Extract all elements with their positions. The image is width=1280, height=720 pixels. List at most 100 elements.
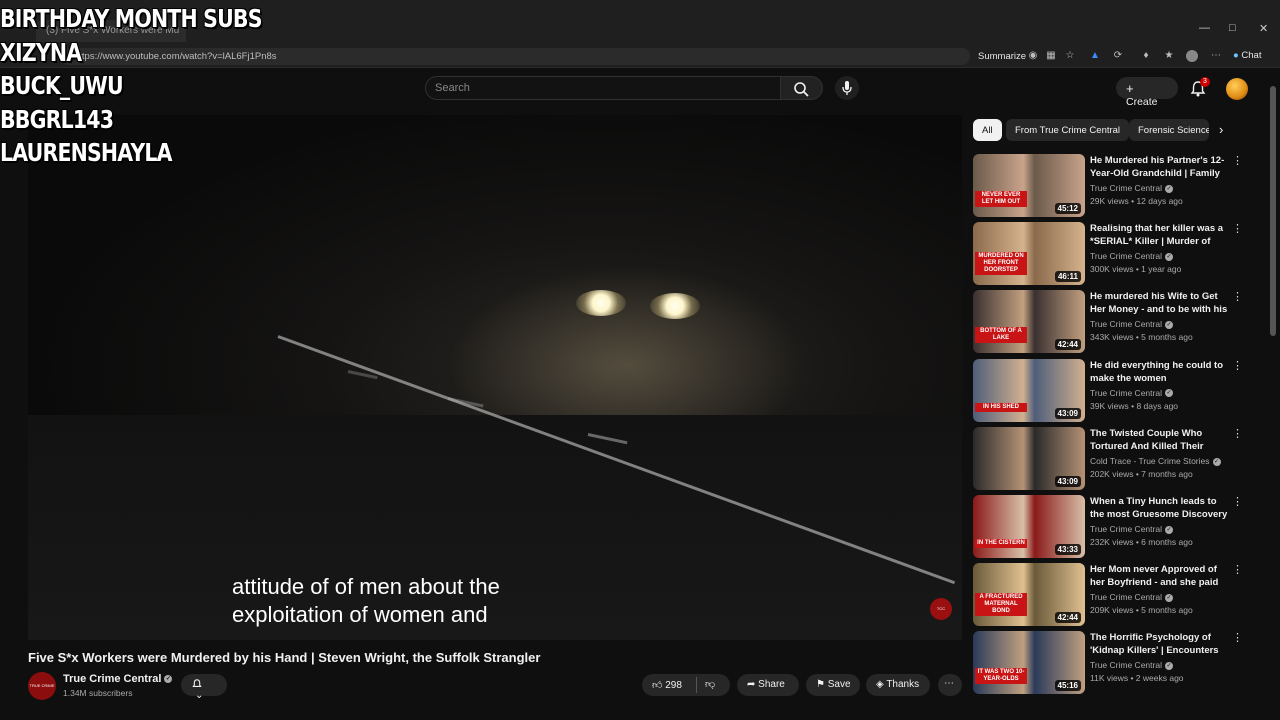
recommendation-title[interactable]: The Twisted Couple Who Tortured And Kill…	[1090, 427, 1228, 453]
minimize-icon[interactable]: —	[1199, 22, 1210, 34]
chip-from-channel[interactable]: From True Crime Central	[1006, 119, 1130, 141]
channel-watermark[interactable]: TCC	[930, 598, 952, 620]
close-window-icon[interactable]: ✕	[1259, 22, 1268, 35]
recommendation-item[interactable]: A FRACTURED MATERNAL BOND 42:44 Her Mom ne…	[973, 563, 1253, 627]
puzzle-icon[interactable]: ♦	[1140, 50, 1152, 62]
video-duration: 42:44	[1054, 339, 1081, 351]
user-avatar[interactable]	[1226, 78, 1248, 100]
recommendation-item[interactable]: IT WAS TWO 10-YEAR-OLDS 45:16 The Horrific…	[973, 631, 1253, 695]
recommendation-item[interactable]: BOTTOM OF A LAKE 42:44 He murdered his Wif…	[973, 290, 1253, 354]
create-button[interactable]: + Create	[1116, 77, 1178, 108]
search-icon	[794, 82, 809, 97]
recommendation-item[interactable]: NEVER EVER LET HIM OUT 45:12 He Murdered h…	[973, 154, 1253, 218]
channel-name-text: True Crime Central	[63, 673, 162, 685]
video-duration: 46:11	[1054, 271, 1081, 283]
recommendation-item[interactable]: 43:09 The Twisted Couple Who Tortured And…	[973, 426, 1253, 491]
search-input[interactable]: Search	[425, 76, 781, 100]
share-label: Share	[758, 679, 785, 690]
more-actions-button[interactable]: ⋯	[938, 674, 962, 696]
more-vertical-icon[interactable]: ⋮	[1232, 632, 1243, 646]
recommendation-item[interactable]: IN HIS SHED 43:09 He did everything he cou…	[973, 358, 1253, 423]
recommendation-channel[interactable]: True Crime Central ✓	[1090, 388, 1173, 398]
recommendation-title[interactable]: Realising that her killer was a *SERIAL*…	[1090, 222, 1228, 248]
thumbnail-tag: IT WAS TWO 10-YEAR-OLDS	[975, 668, 1027, 685]
recommendation-channel[interactable]: Cold Trace - True Crime Stories ✓	[1090, 456, 1221, 466]
recommendation-meta: 300K views • 1 year ago	[1090, 264, 1182, 275]
thanks-label: Thanks	[886, 679, 920, 690]
recommendation-channel[interactable]: True Crime Central ✓	[1090, 251, 1173, 261]
recommendation-title[interactable]: He murdered his Wife to Get Her Money - …	[1090, 290, 1228, 316]
video-thumbnail[interactable]: IN HIS SHED 43:09	[973, 358, 1085, 422]
bell-icon	[192, 679, 202, 687]
dislike-button[interactable]: 👎︎	[705, 678, 715, 690]
split-view-icon[interactable]: ▦	[1045, 50, 1057, 62]
copilot-chat-button[interactable]: ● Chat	[1233, 50, 1261, 61]
more-vertical-icon[interactable]: ⋮	[1232, 428, 1243, 442]
overlay-sub-name: BUCK_UWU	[0, 71, 124, 100]
favorites-icon[interactable]: ★	[1163, 50, 1175, 62]
thanks-button[interactable]: ◈ Thanks	[866, 674, 930, 696]
video-title: Five S*x Workers were Murdered by his Ha…	[28, 650, 541, 665]
thumbnail-tag: MURDERED ON HER FRONT DOORSTEP	[975, 252, 1027, 276]
recommendation-meta: 343K views • 5 months ago	[1090, 332, 1193, 343]
recommendation-meta: 202K views • 7 months ago	[1090, 468, 1193, 479]
recommendation-channel[interactable]: True Crime Central ✓	[1090, 592, 1173, 602]
recommendation-channel[interactable]: True Crime Central ✓	[1090, 660, 1173, 670]
verified-icon: ✓	[1164, 662, 1173, 671]
video-thumbnail[interactable]: NEVER EVER LET HIM OUT 45:12	[973, 154, 1085, 217]
recommendation-channel[interactable]: True Crime Central ✓	[1090, 183, 1173, 193]
video-thumbnail[interactable]: IT WAS TWO 10-YEAR-OLDS 45:16	[973, 631, 1085, 695]
voice-search-button[interactable]	[835, 76, 859, 100]
recommendation-channel[interactable]: True Crime Central ✓	[1090, 524, 1173, 534]
thanks-icon: ◈	[876, 679, 884, 690]
recommendation-title[interactable]: Her Mom never Approved of her Boyfriend …	[1090, 563, 1228, 589]
video-thumbnail[interactable]: A FRACTURED MATERNAL BOND 42:44	[973, 563, 1085, 627]
more-menu-icon[interactable]: ⋯	[1210, 50, 1222, 62]
recommendation-title[interactable]: He did everything he could to make the w…	[1090, 359, 1228, 385]
more-vertical-icon[interactable]: ⋮	[1232, 564, 1243, 578]
reader-icon[interactable]: ◉	[1027, 50, 1039, 62]
channel-avatar[interactable]: TRUE CRIME	[28, 672, 56, 700]
verified-icon: ✓	[164, 675, 173, 684]
video-player[interactable]: attitude of of men about the exploitatio…	[28, 115, 962, 640]
refresh-extension-icon[interactable]: ⟳	[1112, 50, 1124, 62]
overlay-heading: BIRTHDAY MONTH SUBS	[0, 4, 262, 33]
recommendation-title[interactable]: When a Tiny Hunch leads to the most Grue…	[1090, 495, 1228, 521]
chip-forensic-science[interactable]: Forensic Science	[1129, 119, 1209, 141]
more-vertical-icon[interactable]: ⋮	[1232, 496, 1243, 510]
chips-next-button[interactable]: ›	[1213, 119, 1229, 141]
recommendation-title[interactable]: The Horrific Psychology of 'Kidnap Kille…	[1090, 631, 1228, 657]
recommendation-item[interactable]: MURDERED ON HER FRONT DOORSTEP 46:11 Reali…	[973, 222, 1253, 286]
more-vertical-icon[interactable]: ⋮	[1232, 155, 1243, 169]
more-vertical-icon[interactable]: ⋮	[1232, 291, 1243, 305]
more-vertical-icon[interactable]: ⋮	[1232, 223, 1243, 237]
favorite-star-icon[interactable]: ☆	[1064, 50, 1076, 62]
verified-icon: ✓	[1164, 184, 1173, 193]
scroll-thumb[interactable]	[1270, 86, 1276, 336]
copilot-icon: ●	[1233, 50, 1239, 61]
share-button[interactable]: ➦ Share	[737, 674, 799, 696]
recommendation-meta: 11K views • 2 weeks ago	[1090, 673, 1184, 684]
save-button[interactable]: ⚑ Save	[806, 674, 860, 696]
like-button[interactable]: 👍︎ 298	[652, 680, 682, 691]
maximize-icon[interactable]: □	[1229, 22, 1236, 34]
scrollbar[interactable]	[1270, 72, 1276, 700]
video-thumbnail[interactable]: MURDERED ON HER FRONT DOORSTEP 46:11	[973, 222, 1085, 286]
share-icon: ➦	[747, 679, 756, 690]
video-thumbnail[interactable]: IN THE CISTERN 43:33	[973, 495, 1085, 558]
video-thumbnail[interactable]: BOTTOM OF A LAKE 42:44	[973, 290, 1085, 354]
overlay-sub-name: XIZYNA	[0, 37, 82, 67]
verified-icon: ✓	[1164, 525, 1173, 534]
subscribed-button[interactable]: ⌄	[181, 674, 227, 701]
profile-icon[interactable]	[1186, 50, 1198, 62]
recommendation-channel[interactable]: True Crime Central ✓	[1090, 319, 1173, 329]
summarize-button[interactable]: Summarize	[978, 51, 1026, 62]
search-button[interactable]	[781, 76, 823, 100]
channel-name[interactable]: True Crime Central ✓	[63, 673, 173, 685]
recommendation-item[interactable]: IN THE CISTERN 43:33 When a Tiny Hunch lea…	[973, 495, 1253, 559]
more-vertical-icon[interactable]: ⋮	[1232, 360, 1243, 374]
video-thumbnail[interactable]: 43:09	[973, 426, 1085, 490]
recommendation-title[interactable]: He Murdered his Partner's 12-Year-Old Gr…	[1090, 154, 1228, 180]
chip-all[interactable]: All	[973, 119, 1002, 141]
extension-icon[interactable]: ▲	[1089, 50, 1101, 62]
